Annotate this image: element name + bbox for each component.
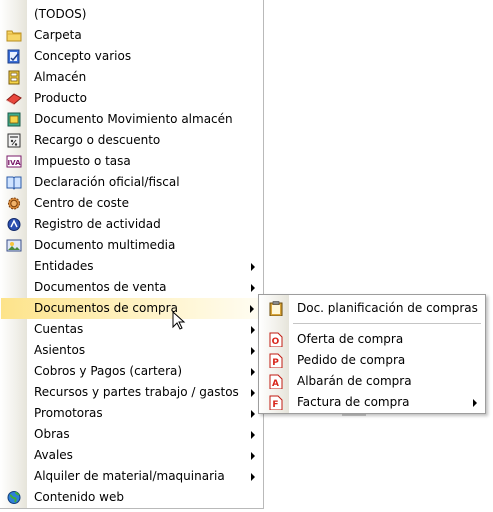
- submenu-arrow-icon: [251, 473, 255, 481]
- menu-item-carpeta[interactable]: Carpeta: [0, 25, 263, 46]
- stock-movement-icon: [7, 112, 21, 127]
- menu-item-label: Impuesto o tasa: [34, 154, 131, 168]
- submenu-item-label: Factura de compra: [297, 395, 410, 409]
- menu-item-label: Alquiler de material/maquinaria: [34, 469, 225, 483]
- menu-item-label: Obras: [34, 427, 70, 441]
- multimedia-icon: [6, 239, 22, 252]
- svg-text:O: O: [272, 337, 280, 347]
- submenu-arrow-icon: [251, 410, 255, 418]
- menu-item-label: Centro de coste: [34, 196, 129, 210]
- delivery-note-doc-icon: A: [269, 374, 283, 389]
- menu-item-label: Declaración oficial/fiscal: [34, 175, 180, 189]
- submenu-arrow-icon: [251, 389, 255, 397]
- invoice-doc-icon: F: [269, 395, 283, 410]
- menu-item-label: Cobros y Pagos (cartera): [34, 364, 183, 378]
- menu-item-entidades[interactable]: Entidades: [0, 256, 263, 277]
- menu-item-label: Documento multimedia: [34, 238, 176, 252]
- menu-item-label: Almacén: [34, 70, 87, 84]
- menu-item-label: Asientos: [34, 343, 86, 357]
- submenu-item-albaran-compra[interactable]: A Albarán de compra: [259, 371, 485, 392]
- submenu-documentos-compra: Doc. planificación de compras O Oferta d…: [258, 294, 486, 414]
- menu-item-label: Producto: [34, 91, 87, 105]
- submenu-item-label: Oferta de compra: [297, 332, 404, 346]
- mouse-cursor-icon: [172, 311, 186, 330]
- iva-tax-icon: IVA: [6, 155, 22, 168]
- menu-item-cobros-pagos[interactable]: Cobros y Pagos (cartera): [0, 361, 263, 382]
- menu-item-label: Contenido web: [34, 490, 124, 504]
- order-doc-icon: P: [269, 353, 283, 368]
- menu-item-label: Recargo o descuento: [34, 133, 161, 147]
- menu-item-label: Documentos de venta: [34, 280, 167, 294]
- menu-item-producto[interactable]: Producto: [0, 88, 263, 109]
- menu-item-concepto-varios[interactable]: Concepto varios: [0, 46, 263, 67]
- product-icon: [6, 93, 22, 105]
- menu-item-recursos-partes[interactable]: Recursos y partes trabajo / gastos: [0, 382, 263, 403]
- svg-text:P: P: [272, 358, 279, 368]
- book-icon: [6, 176, 22, 190]
- menu-item-centro-coste[interactable]: Centro de coste: [0, 193, 263, 214]
- submenu-item-pedido-compra[interactable]: P Pedido de compra: [259, 350, 485, 371]
- activity-icon: [7, 218, 21, 231]
- submenu-item-oferta-compra[interactable]: O Oferta de compra: [259, 329, 485, 350]
- submenu-arrow-icon: [251, 326, 255, 334]
- submenu-arrow-icon: [250, 305, 254, 313]
- menu-item-documento-multimedia[interactable]: Documento multimedia: [0, 235, 263, 256]
- concept-icon: [7, 49, 20, 64]
- menu-item-label: Cuentas: [34, 322, 84, 336]
- menu-item-documentos-compra[interactable]: Documentos de compra: [1, 298, 262, 319]
- folder-icon: [6, 30, 22, 42]
- submenu-separator: [293, 323, 481, 324]
- menu-item-label: Documento Movimiento almacén: [34, 112, 233, 126]
- menu-item-label: Concepto varios: [34, 49, 132, 63]
- clipboard-icon: [269, 301, 283, 316]
- menu-item-promotoras[interactable]: Promotoras: [0, 403, 263, 424]
- submenu-item-factura-compra[interactable]: F Factura de compra: [259, 392, 485, 413]
- submenu-arrow-icon: [251, 452, 255, 460]
- submenu-arrow-icon: [251, 431, 255, 439]
- menu-item-label: Avales: [34, 448, 73, 462]
- menu-item-obras[interactable]: Obras: [0, 424, 263, 445]
- percent-icon: [7, 133, 21, 148]
- menu-item-alquiler[interactable]: Alquiler de material/maquinaria: [0, 466, 263, 487]
- menu-item-impuesto-tasa[interactable]: IVA Impuesto o tasa: [0, 151, 263, 172]
- menu-item-label: Promotoras: [34, 406, 103, 420]
- menu-item-todos[interactable]: (TODOS): [0, 4, 263, 25]
- menu-item-recargo-descuento[interactable]: Recargo o descuento: [0, 130, 263, 151]
- globe-icon: [7, 491, 21, 504]
- submenu-arrow-icon: [473, 399, 477, 407]
- menu-item-label: Documentos de compra: [34, 301, 178, 315]
- menu-item-declaracion-oficial-fiscal[interactable]: Declaración oficial/fiscal: [0, 172, 263, 193]
- menu-item-label: Carpeta: [34, 28, 82, 42]
- menu-item-label: Recursos y partes trabajo / gastos: [34, 385, 239, 399]
- menu-item-label: (TODOS): [34, 7, 87, 21]
- menu-item-registro-actividad[interactable]: Registro de actividad: [0, 214, 263, 235]
- submenu-item-doc-planificacion[interactable]: Doc. planificación de compras: [259, 298, 485, 319]
- menu-item-label: Registro de actividad: [34, 217, 161, 231]
- submenu-arrow-icon: [251, 368, 255, 376]
- svg-text:F: F: [272, 400, 278, 410]
- gear-icon: [8, 197, 20, 210]
- menu-item-avales[interactable]: Avales: [0, 445, 263, 466]
- main-menu: (TODOS) Carpeta Concepto varios Almacén …: [0, 0, 264, 509]
- offer-doc-icon: O: [269, 332, 283, 347]
- submenu-item-label: Doc. planificación de compras: [297, 301, 478, 315]
- menu-item-asientos[interactable]: Asientos: [0, 340, 263, 361]
- submenu-arrow-icon: [251, 347, 255, 355]
- submenu-arrow-icon: [251, 263, 255, 271]
- svg-text:IVA: IVA: [8, 159, 22, 167]
- svg-text:A: A: [272, 379, 279, 389]
- menu-item-label: Entidades: [34, 259, 94, 273]
- menu-item-almacen[interactable]: Almacén: [0, 67, 263, 88]
- menu-item-contenido-web[interactable]: Contenido web: [0, 487, 263, 508]
- menu-item-cuentas[interactable]: Cuentas: [0, 319, 263, 340]
- menu-item-documento-movimiento-almacen[interactable]: Documento Movimiento almacén: [0, 109, 263, 130]
- menu-item-documentos-venta[interactable]: Documentos de venta: [0, 277, 263, 298]
- submenu-item-label: Albarán de compra: [297, 374, 412, 388]
- warehouse-icon: [8, 70, 20, 85]
- submenu-item-label: Pedido de compra: [297, 353, 406, 367]
- submenu-arrow-icon: [251, 284, 255, 292]
